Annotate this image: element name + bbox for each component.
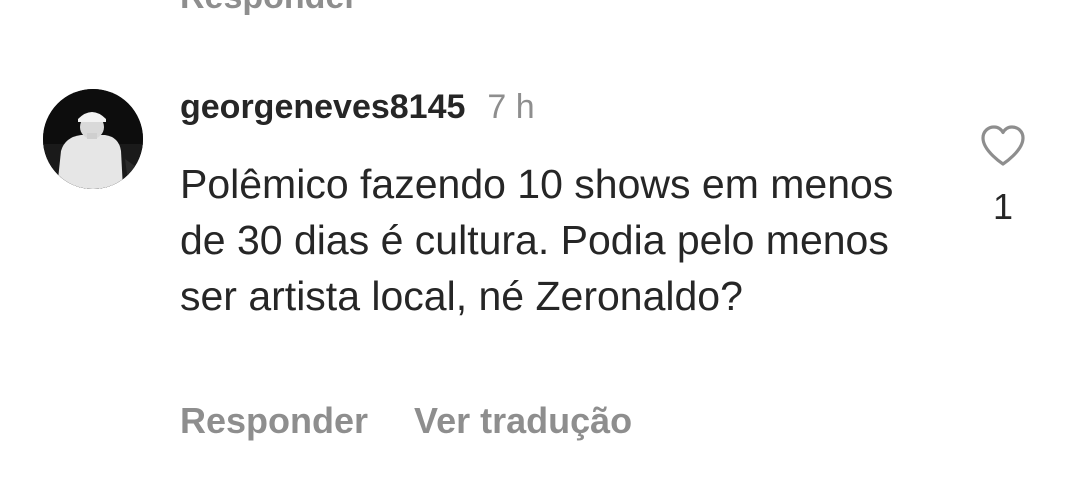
reply-button[interactable]: Responder [180,400,368,442]
see-translation-button[interactable]: Ver tradução [414,400,632,442]
like-button[interactable] [979,124,1027,168]
comment-header: georgeneves8145 7 h [180,88,535,132]
heart-outline-icon [981,125,1025,166]
avatar-photo [43,89,143,189]
like-count: 1 [992,186,1014,227]
comment-text: Polêmico fazendo 10 shows em menos de 30… [180,161,894,319]
comment-actions: Responder Ver tradução [180,400,632,442]
previous-comment-reply-button[interactable]: Responder [180,0,358,17]
comment-timestamp: 7 h [487,88,535,126]
avatar[interactable] [43,89,143,189]
username-link[interactable]: georgeneves8145 [180,88,465,127]
